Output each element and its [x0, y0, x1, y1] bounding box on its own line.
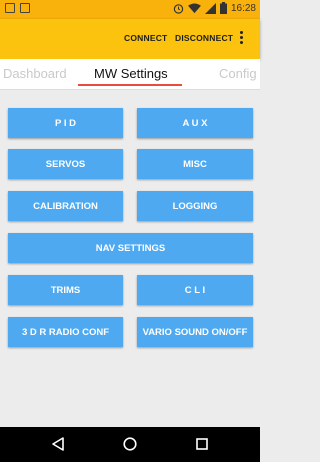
- image-icon: [20, 3, 30, 13]
- alarm-icon: [173, 3, 184, 14]
- signal-icon: [204, 2, 216, 14]
- tab-indicator: [78, 84, 182, 86]
- calibration-button[interactable]: CALIBRATION: [8, 191, 123, 221]
- more-vert-icon[interactable]: [240, 31, 244, 46]
- action-bar: CONNECT DISCONNECT: [0, 19, 260, 59]
- tab-mw-settings[interactable]: MW Settings: [94, 66, 168, 81]
- misc-button[interactable]: MISC: [137, 149, 253, 179]
- tab-dashboard[interactable]: Dashboard: [3, 66, 67, 81]
- wifi-icon: [188, 2, 201, 13]
- disconnect-button[interactable]: DISCONNECT: [175, 33, 233, 43]
- radio-conf-button[interactable]: 3 D R RADIO CONF: [8, 317, 123, 347]
- servos-button[interactable]: SERVOS: [8, 149, 123, 179]
- aux-button[interactable]: A U X: [137, 108, 253, 138]
- tab-config[interactable]: Config: [219, 66, 257, 81]
- nav-settings-button[interactable]: NAV SETTINGS: [8, 233, 253, 263]
- notification-icon: [5, 3, 15, 13]
- back-triangle-icon[interactable]: [52, 437, 64, 451]
- status-bar: 16:28: [0, 0, 260, 19]
- logging-button[interactable]: LOGGING: [137, 191, 253, 221]
- battery-icon: [219, 2, 227, 14]
- pid-button[interactable]: P I D: [8, 108, 123, 138]
- recents-square-icon[interactable]: [196, 438, 208, 450]
- connect-button[interactable]: CONNECT: [124, 33, 167, 43]
- vario-sound-button[interactable]: VARIO SOUND ON/OFF: [137, 317, 253, 347]
- home-circle-icon[interactable]: [123, 437, 137, 451]
- system-nav-bar: [0, 427, 260, 462]
- cli-button[interactable]: C L I: [137, 275, 253, 305]
- clock-time: 16:28: [230, 2, 256, 14]
- trims-button[interactable]: TRIMS: [8, 275, 123, 305]
